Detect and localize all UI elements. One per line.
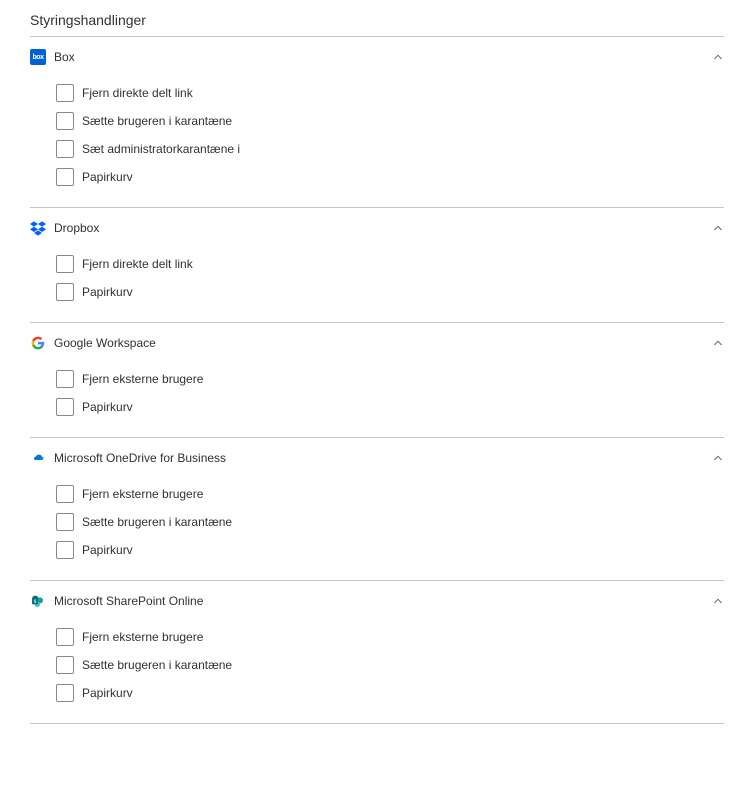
checkbox[interactable] [56, 283, 74, 301]
option-row: Fjern eksterne brugere [56, 480, 724, 508]
chevron-up-icon [712, 595, 724, 607]
option-label: Papirkurv [82, 543, 133, 557]
onedrive-icon [30, 450, 46, 466]
option-row: Sætte brugeren i karantæne [56, 651, 724, 679]
option-label: Sætte brugeren i karantæne [82, 658, 232, 672]
option-row: Fjern direkte delt link [56, 79, 724, 107]
divider [30, 723, 724, 724]
section-header-google[interactable]: Google Workspace [30, 323, 724, 361]
option-row: Papirkurv [56, 163, 724, 191]
checkbox[interactable] [56, 255, 74, 273]
option-label: Sæt administratorkarantæne i [82, 142, 240, 156]
options-list: Fjern eksterne brugere Sætte brugeren i k… [30, 619, 724, 723]
option-label: Papirkurv [82, 686, 133, 700]
section-title: Microsoft OneDrive for Business [54, 451, 226, 465]
section-dropbox: Dropbox Fjern direkte delt link Papirkurv [30, 208, 724, 322]
option-label: Papirkurv [82, 285, 133, 299]
option-row: Papirkurv [56, 679, 724, 707]
section-header-onedrive[interactable]: Microsoft OneDrive for Business [30, 438, 724, 476]
options-list: Fjern direkte delt link Sætte brugeren i … [30, 75, 724, 207]
option-label: Papirkurv [82, 400, 133, 414]
checkbox[interactable] [56, 485, 74, 503]
section-google: Google Workspace Fjern eksterne brugere Pa… [30, 323, 724, 437]
section-header-box[interactable]: box Box [30, 37, 724, 75]
chevron-up-icon [712, 222, 724, 234]
checkbox[interactable] [56, 112, 74, 130]
box-icon: box [30, 49, 46, 65]
checkbox[interactable] [56, 168, 74, 186]
checkbox[interactable] [56, 541, 74, 559]
option-label: Fjern eksterne brugere [82, 630, 203, 644]
dropbox-icon [30, 220, 46, 236]
checkbox[interactable] [56, 513, 74, 531]
checkbox[interactable] [56, 140, 74, 158]
section-title: Dropbox [54, 221, 99, 235]
checkbox[interactable] [56, 398, 74, 416]
options-list: Fjern eksterne brugere Papirkurv [30, 361, 724, 437]
page-title: Styringshandlinger [30, 12, 724, 36]
section-title: Microsoft SharePoint Online [54, 594, 203, 608]
options-list: Fjern eksterne brugere Sætte brugeren i k… [30, 476, 724, 580]
checkbox[interactable] [56, 370, 74, 388]
section-header-dropbox[interactable]: Dropbox [30, 208, 724, 246]
option-label: Sætte brugeren i karantæne [82, 515, 232, 529]
google-icon [30, 335, 46, 351]
option-label: Fjern direkte delt link [82, 257, 193, 271]
option-row: Papirkurv [56, 393, 724, 421]
sharepoint-icon: S [30, 593, 46, 609]
option-label: Papirkurv [82, 170, 133, 184]
checkbox[interactable] [56, 84, 74, 102]
option-row: Papirkurv [56, 278, 724, 306]
option-row: Papirkurv [56, 536, 724, 564]
checkbox[interactable] [56, 628, 74, 646]
section-header-sharepoint[interactable]: S Microsoft SharePoint Online [30, 581, 724, 619]
chevron-up-icon [712, 337, 724, 349]
option-label: Sætte brugeren i karantæne [82, 114, 232, 128]
options-list: Fjern direkte delt link Papirkurv [30, 246, 724, 322]
section-box: box Box Fjern direkte delt link Sætte bruge… [30, 37, 724, 207]
chevron-up-icon [712, 452, 724, 464]
checkbox[interactable] [56, 684, 74, 702]
option-label: Fjern eksterne brugere [82, 487, 203, 501]
option-row: Sætte brugeren i karantæne [56, 107, 724, 135]
svg-text:S: S [34, 600, 37, 605]
option-row: Sæt administratorkarantæne i [56, 135, 724, 163]
section-title: Box [54, 50, 75, 64]
option-label: Fjern direkte delt link [82, 86, 193, 100]
option-row: Fjern direkte delt link [56, 250, 724, 278]
section-onedrive: Microsoft OneDrive for Business Fjern eks… [30, 438, 724, 580]
chevron-up-icon [712, 51, 724, 63]
option-row: Fjern eksterne brugere [56, 623, 724, 651]
option-row: Fjern eksterne brugere [56, 365, 724, 393]
option-row: Sætte brugeren i karantæne [56, 508, 724, 536]
option-label: Fjern eksterne brugere [82, 372, 203, 386]
section-title: Google Workspace [54, 336, 156, 350]
checkbox[interactable] [56, 656, 74, 674]
section-sharepoint: S Microsoft SharePoint Online Fjern ekster… [30, 581, 724, 723]
